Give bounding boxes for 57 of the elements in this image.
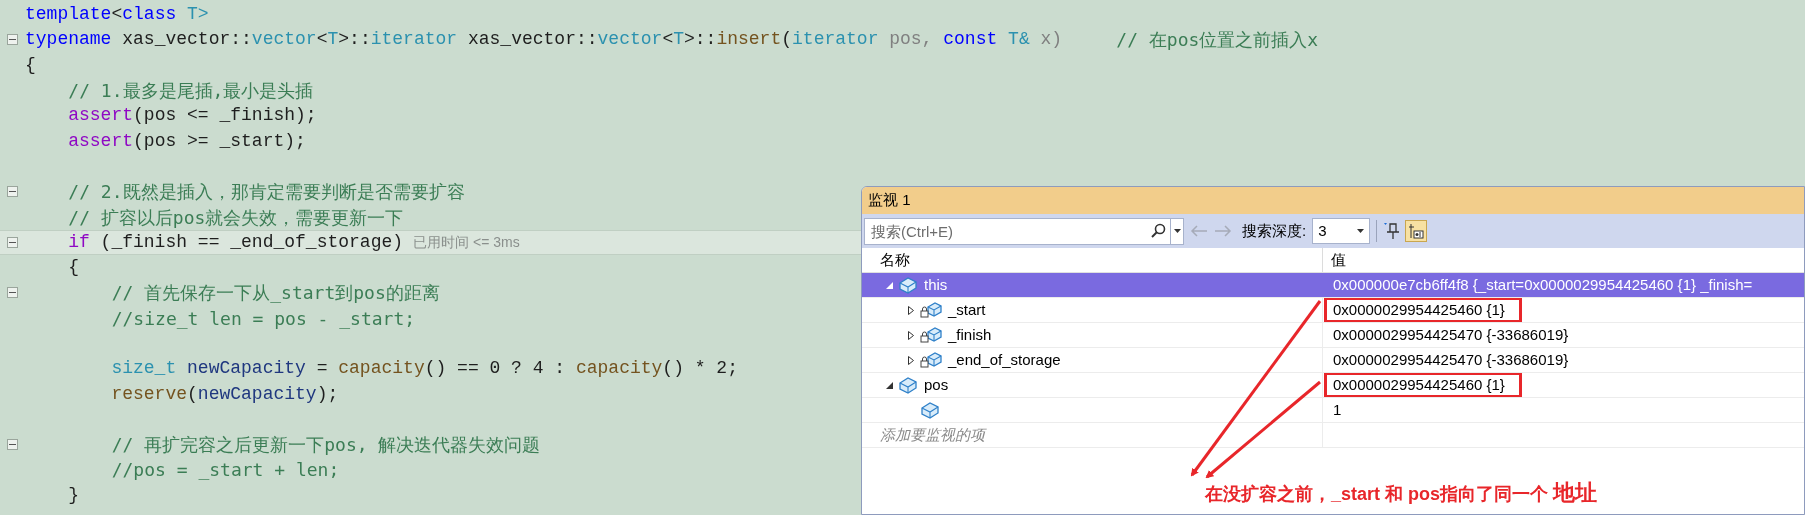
field-lock-icon xyxy=(920,351,942,369)
collapse-icon[interactable] xyxy=(7,287,18,299)
collapsed-arrow-icon[interactable] xyxy=(908,355,914,365)
variable-value: 0x0000029954425460 {1} xyxy=(1324,298,1522,322)
column-header[interactable]: 值 xyxy=(1323,248,1804,272)
code-line: //size_t len = pos - _start; xyxy=(110,306,416,331)
code-line: typename xas_vector::vector<T>::iterator xas_vector::vector<T>::insert(iterator pos, const T& x) // 在pos位置之前插入x xyxy=(25,28,1319,53)
collapse-icon[interactable] xyxy=(7,236,18,248)
variable-value: 0x0000029954425470 {-33686019} xyxy=(1332,350,1570,370)
variable-value: 1 xyxy=(1332,400,1343,420)
annotation-text: 在没扩容之前，_start 和 pos指向了同一个 地址 xyxy=(1205,479,1599,507)
code-line: template<class T> xyxy=(25,3,209,27)
code-line: { xyxy=(67,256,79,280)
selected-row[interactable]: this 0x000000e7cb6ff4f8 {_start=0x0000029954425460 {1} _finish= xyxy=(862,273,1804,298)
code-line: if (_finish == _end_of_storage) 已用时间 <= 3ms xyxy=(67,230,520,254)
code-line: // 2.既然是插入，那肯定需要判断是否需要扩容 xyxy=(67,180,465,205)
field-lock-icon xyxy=(920,301,942,319)
column-header[interactable]: 名称 xyxy=(862,248,1323,272)
pin-icon[interactable] xyxy=(1383,222,1400,240)
variable-name: this xyxy=(924,274,948,295)
collapsed-arrow-icon[interactable] xyxy=(908,330,914,340)
collapsed-arrow-icon[interactable] xyxy=(908,305,914,315)
collapse-icon[interactable] xyxy=(7,34,18,46)
code-line: size_t newCapacity = capacity() == 0 ? 4 : capacity() * 2; xyxy=(110,357,738,381)
field-lock-icon xyxy=(920,326,942,344)
variable-value: 0x0000029954425470 {-33686019} xyxy=(1332,325,1570,345)
code-line: // 首先保存一下从_start到pos的距离 xyxy=(110,281,440,306)
search-field[interactable]: 搜索(Ctrl+E) xyxy=(864,217,1184,245)
panel-title: 监视 1 xyxy=(868,190,911,211)
variable-name: pos xyxy=(924,374,949,395)
format-toggle-icon[interactable] xyxy=(1405,220,1428,242)
variable-name: _end_of_storage xyxy=(948,349,1061,370)
caret-icon[interactable] xyxy=(1357,229,1365,233)
depth-dropdown[interactable]: 3 xyxy=(1312,218,1371,244)
code-line: // 1.最多是尾插,最小是头插 xyxy=(67,79,314,104)
variable-value: 0x000000e7cb6ff4f8 {_start=0x0000029954425460 {1} _finish= xyxy=(1332,275,1754,295)
code-line: // 再扩完容之后更新一下pos, 解决迭代器失效问题 xyxy=(110,433,541,458)
add-watch-field[interactable]: 添加要监视的项 xyxy=(862,423,1323,447)
search-icon[interactable] xyxy=(1150,223,1166,239)
expanded-arrow-icon[interactable] xyxy=(885,381,893,389)
object-icon xyxy=(898,276,918,294)
collapse-icon[interactable] xyxy=(7,186,18,198)
code-line: // 扩容以后pos就会失效，需要更新一下 xyxy=(67,205,404,230)
code-line: //pos = _start + len; xyxy=(110,458,340,483)
code-line: assert(pos <= _finish); xyxy=(67,104,317,128)
code-line: } xyxy=(67,483,79,507)
object-icon xyxy=(898,376,918,394)
collapse-icon[interactable] xyxy=(7,439,18,451)
depth-label: 搜索深度: xyxy=(1242,220,1307,241)
variable-value: 0x0000029954425460 {1} xyxy=(1324,373,1522,397)
code-line: { xyxy=(25,53,36,77)
caret-icon[interactable] xyxy=(1174,229,1181,233)
code-line: reserve(newCapacity); xyxy=(110,382,339,406)
variable-name: _finish xyxy=(948,324,992,345)
object-icon xyxy=(920,401,940,419)
variable-name: _start xyxy=(948,299,986,320)
code-line: assert(pos >= _start); xyxy=(67,129,306,153)
